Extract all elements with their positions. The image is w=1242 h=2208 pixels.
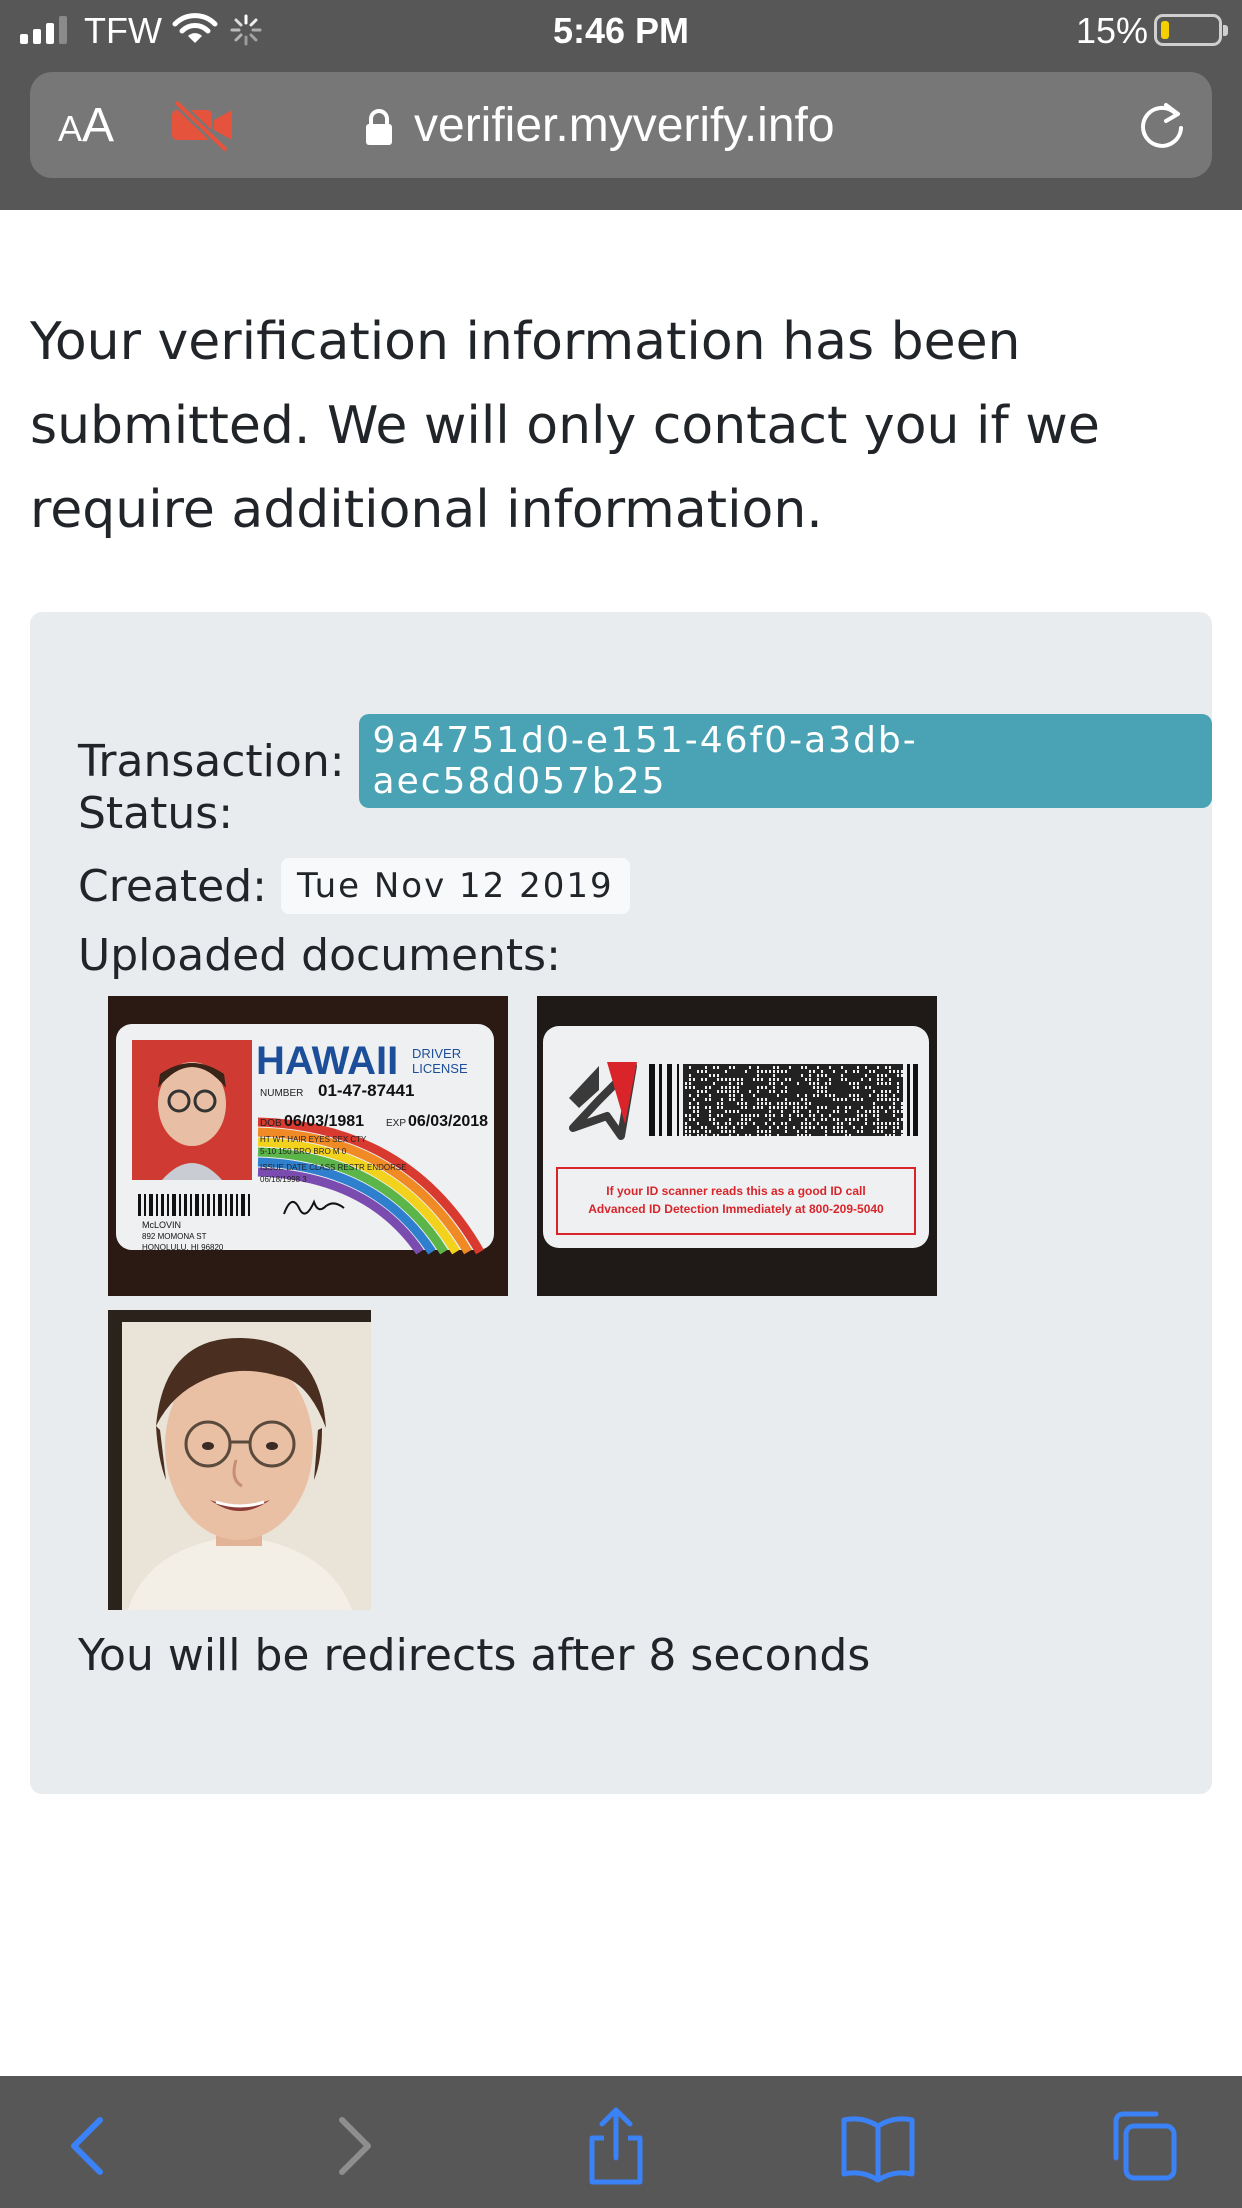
battery-level-fill bbox=[1161, 21, 1169, 39]
verification-details-card: Transaction: 9a4751d0-e151-46f0-a3db-aec… bbox=[30, 612, 1212, 1794]
id-back-warning-line2: Advanced ID Detection Immediately at 800… bbox=[588, 1202, 884, 1216]
svg-text:892 MOMONA ST: 892 MOMONA ST bbox=[142, 1232, 207, 1241]
document-thumbnail-id-front[interactable]: HAWAII DRIVER LICENSE NUMBER 01-47-87441… bbox=[108, 996, 508, 1296]
svg-text:06/18/1998 3: 06/18/1998 3 bbox=[260, 1175, 307, 1184]
status-row: Status: bbox=[78, 788, 233, 839]
svg-text:EXP: EXP bbox=[386, 1118, 406, 1129]
transaction-label: Transaction: bbox=[78, 735, 345, 787]
url-text[interactable]: verifier.myverify.info bbox=[414, 98, 835, 153]
text-size-button[interactable]: AA bbox=[58, 98, 114, 153]
camera-off-icon[interactable] bbox=[170, 98, 236, 152]
share-icon[interactable] bbox=[576, 2106, 656, 2186]
browser-chrome: TFW 5:46 PM 15% AA verifier.myverify.inf… bbox=[0, 0, 1242, 210]
svg-text:NUMBER: NUMBER bbox=[260, 1088, 303, 1099]
id-exp: 06/03/2018 bbox=[408, 1113, 488, 1130]
svg-text:5-10 150 BRO BRO M: 5-10 150 BRO BRO M 0 bbox=[260, 1147, 347, 1156]
svg-text:ISSUE DATE CLASS RESTR ENDO: ISSUE DATE CLASS RESTR ENDORSE bbox=[260, 1163, 407, 1172]
id-name: McLOVIN bbox=[142, 1220, 181, 1230]
document-thumbnail-id-back[interactable]: If your ID scanner reads this as a good … bbox=[537, 996, 937, 1296]
id-state: HAWAII bbox=[256, 1039, 398, 1083]
battery-icon bbox=[1154, 14, 1228, 46]
reload-icon[interactable] bbox=[1136, 100, 1188, 152]
redirect-notice: You will be redirects after 8 seconds bbox=[78, 1630, 871, 1681]
svg-text:HONOLULU, HI 96820: HONOLULU, HI 96820 bbox=[142, 1243, 224, 1252]
address-bar[interactable]: AA verifier.myverify.info bbox=[30, 72, 1212, 178]
confirmation-message: Your verification information has been s… bbox=[30, 312, 1100, 540]
id-back-warning-line1: If your ID scanner reads this as a good … bbox=[606, 1184, 865, 1198]
document-thumbnail-selfie[interactable] bbox=[108, 1310, 371, 1610]
id-number: 01-47-87441 bbox=[318, 1081, 414, 1100]
lock-icon bbox=[366, 109, 392, 145]
status-bar: TFW 5:46 PM 15% bbox=[0, 0, 1242, 62]
status-label: Status: bbox=[78, 788, 234, 839]
uploaded-documents-label: Uploaded documents: bbox=[78, 930, 561, 981]
created-date-badge: Tue Nov 12 2019 bbox=[280, 858, 630, 914]
tabs-icon[interactable] bbox=[1102, 2106, 1182, 2186]
svg-text:HT WT HAIR EYES SEX: HT WT HAIR EYES SEX CTY bbox=[260, 1135, 367, 1144]
status-time: 5:46 PM bbox=[552, 10, 690, 51]
back-icon[interactable] bbox=[50, 2106, 130, 2186]
forward-icon[interactable] bbox=[312, 2106, 392, 2186]
svg-text:DOB: DOB bbox=[260, 1118, 282, 1129]
transaction-id-badge: 9a4751d0-e151-46f0-a3db-aec58d057b25 bbox=[358, 714, 1212, 808]
id-dob: 06/03/1981 bbox=[284, 1113, 364, 1130]
browser-toolbar bbox=[0, 2076, 1242, 2208]
svg-text:DRIVER: DRIVER bbox=[412, 1046, 461, 1061]
svg-text:LICENSE: LICENSE bbox=[412, 1061, 468, 1076]
created-row: Created: Tue Nov 12 2019 bbox=[78, 858, 630, 914]
transaction-row: Transaction: 9a4751d0-e151-46f0-a3db-aec… bbox=[78, 714, 1212, 808]
uploaded-documents-row: Uploaded documents: bbox=[78, 930, 561, 981]
bookmarks-icon[interactable] bbox=[838, 2106, 918, 2186]
battery-percentage: 15% bbox=[1076, 10, 1149, 51]
created-label: Created: bbox=[78, 860, 267, 912]
